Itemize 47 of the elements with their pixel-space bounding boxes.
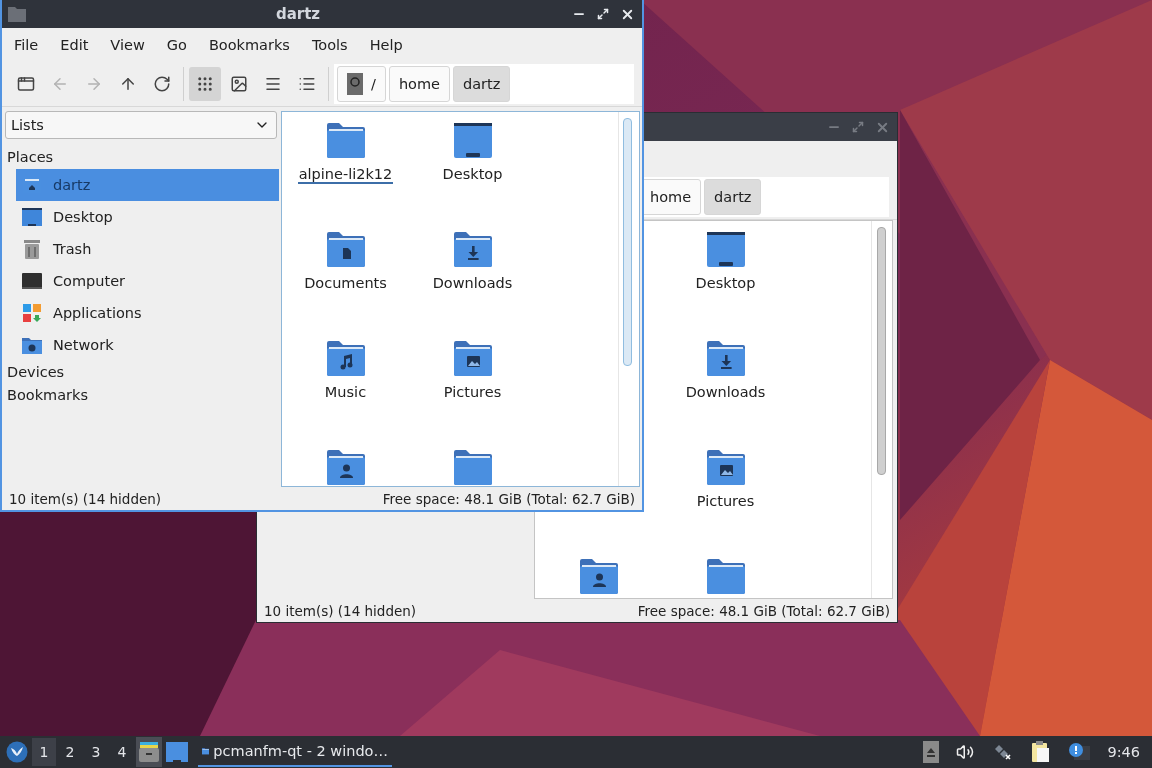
free-space: Free space: 48.1 GiB (Total: 62.7 GiB) [382, 490, 635, 507]
workspace-button[interactable]: 4 [110, 738, 134, 766]
menu-item[interactable]: Tools [300, 37, 359, 53]
place-item[interactable]: Network [16, 329, 279, 361]
place-label: Applications [53, 305, 142, 321]
free-space: Free space: 48.1 GiB (Total: 62.7 GiB) [637, 602, 890, 619]
path-button[interactable]: / [337, 66, 386, 102]
file-label[interactable]: alpine-li2k12 [297, 166, 394, 184]
section-header[interactable]: Devices [4, 361, 279, 384]
menu-item[interactable]: Bookmarks [197, 37, 301, 53]
file-label[interactable]: Downloads [431, 275, 514, 293]
place-item[interactable]: Desktop [16, 201, 279, 233]
menu-item[interactable]: Edit [49, 37, 100, 53]
section-header[interactable]: Places [4, 146, 279, 169]
window-title: dartz [274, 5, 322, 23]
file-label[interactable]: Downloads [684, 384, 767, 402]
place-item[interactable]: Computer [16, 265, 279, 297]
workspace-button[interactable]: 1 [32, 738, 56, 766]
place-label: Trash [53, 241, 92, 257]
place-label: Computer [53, 273, 126, 289]
path-button[interactable]: home [388, 66, 450, 102]
menu-item[interactable]: View [99, 37, 156, 53]
item-count: 10 item(s) (14 hidden) [264, 602, 417, 619]
section-header[interactable]: Bookmarks [4, 384, 279, 407]
place-label: Desktop [53, 209, 113, 225]
item-count: 10 item(s) (14 hidden) [9, 490, 162, 507]
workspace-button[interactable]: 2 [58, 738, 82, 766]
file-label[interactable]: Documents [303, 275, 388, 293]
path-button[interactable]: dartz [704, 179, 762, 215]
menu-item[interactable]: File [3, 37, 50, 53]
menu-item[interactable]: Go [155, 37, 198, 53]
file-label[interactable]: Desktop [441, 166, 504, 184]
task-button[interactable]: pcmanfm-qt - 2 windo… [198, 737, 392, 767]
place-item[interactable]: Applications [16, 297, 279, 329]
place-item[interactable]: dartz [16, 169, 279, 201]
place-label: dartz [53, 177, 91, 193]
file-label[interactable]: Desktop [694, 275, 757, 293]
workspace-button[interactable]: 3 [84, 738, 108, 766]
file-label[interactable]: Pictures [442, 384, 503, 402]
path-button[interactable]: dartz [453, 66, 511, 102]
clock: 9:46 [1107, 744, 1140, 760]
file-label[interactable]: Pictures [695, 493, 756, 511]
place-item[interactable]: Trash [16, 233, 279, 265]
place-label: Network [53, 337, 114, 353]
side-pane-combo[interactable]: Lists [5, 111, 277, 139]
menu-item[interactable]: Help [358, 37, 414, 53]
file-label[interactable]: Music [323, 384, 368, 402]
